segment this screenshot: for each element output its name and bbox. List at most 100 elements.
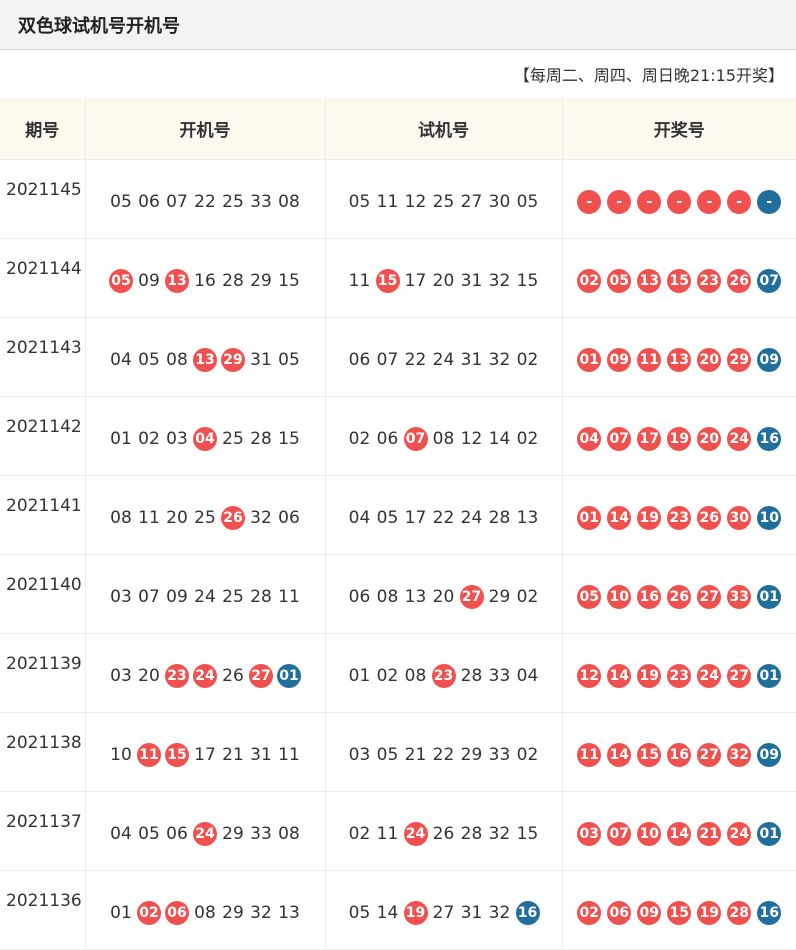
red-ball: 07 xyxy=(403,427,428,451)
number: 25 xyxy=(222,192,244,212)
table-row: 2021145 05 06 07 22 25 33 08 05 11 12 25 27 30 05- - - - -… xyxy=(0,159,796,239)
red-ball: 24 xyxy=(193,664,217,688)
red-ball: 01 xyxy=(577,506,602,530)
number: 02 xyxy=(138,429,160,449)
table-row: 2021140 03 07 09 24 25 28 11 06 08 13 20 27 29 02 05 10 1… xyxy=(0,554,796,634)
issue-number: 2021137 xyxy=(0,791,86,871)
number: 08 xyxy=(404,666,427,686)
red-ball: 17 xyxy=(637,427,662,451)
red-ball: 01 xyxy=(577,348,602,372)
number: 06 xyxy=(278,508,300,528)
open-number-cell: 01 02 03 04 25 28 15 xyxy=(85,396,326,476)
table-row: 2021142 01 02 03 04 25 28 15 02 06 07 08 12 14 02 04 07 1… xyxy=(0,396,796,476)
number: 29 xyxy=(250,271,272,291)
open-number-cell: 10 11 15 17 21 31 11 xyxy=(85,712,326,792)
blue-ball: 01 xyxy=(757,585,782,609)
number: 26 xyxy=(432,824,455,844)
issue-number: 2021141 xyxy=(0,475,86,555)
blue-ball: 16 xyxy=(757,427,782,451)
red-ball: - xyxy=(667,190,692,214)
red-ball: 07 xyxy=(607,427,632,451)
red-ball: 16 xyxy=(637,585,662,609)
number: 07 xyxy=(138,587,160,607)
draw-number-cell: 11 14 15 16 27 32 09 xyxy=(562,712,796,792)
number: 03 xyxy=(166,429,188,449)
trial-number-cell: 02 06 07 08 12 14 02 xyxy=(325,396,563,476)
issue-number: 2021142 xyxy=(0,396,86,476)
red-ball: 24 xyxy=(727,427,752,451)
number: 29 xyxy=(222,903,244,923)
open-number-cell: 01 02 06 08 29 32 13 xyxy=(85,870,326,950)
open-number-cell: 03 07 09 24 25 28 11 xyxy=(85,554,326,634)
number: 29 xyxy=(222,824,244,844)
red-ball: 05 xyxy=(607,269,632,293)
red-ball: 19 xyxy=(637,664,662,688)
blue-ball: - xyxy=(757,190,782,214)
blue-ball: 01 xyxy=(757,822,782,846)
number: 06 xyxy=(348,587,371,607)
open-number-cell: 08 11 20 25 26 32 06 xyxy=(85,475,326,555)
number: 08 xyxy=(278,824,300,844)
issue-number: 2021139 xyxy=(0,633,86,713)
draw-number-cell: 03 07 10 14 21 24 01 xyxy=(562,791,796,871)
number: 20 xyxy=(432,587,455,607)
red-ball: 02 xyxy=(577,901,602,925)
number: 05 xyxy=(376,508,399,528)
number: 03 xyxy=(110,666,132,686)
table-row: 2021138 10 11 15 17 21 31 11 03 05 21 22 29 33 02 11 14 1… xyxy=(0,712,796,792)
red-ball: 09 xyxy=(607,348,632,372)
red-ball: 10 xyxy=(637,822,662,846)
number: 01 xyxy=(348,666,371,686)
number: 15 xyxy=(516,271,539,291)
table-body: 2021145 05 06 07 22 25 33 08 05 11 12 25 27 30 05- - - - -… xyxy=(0,159,796,950)
number: 27 xyxy=(432,903,455,923)
issue-number: 2021138 xyxy=(0,712,86,792)
number: 11 xyxy=(376,824,399,844)
number: 11 xyxy=(348,271,371,291)
red-ball: 26 xyxy=(221,506,245,530)
red-ball: 15 xyxy=(667,901,692,925)
number: 14 xyxy=(376,903,399,923)
number: 12 xyxy=(404,192,427,212)
table-row: 2021143 04 05 08 13 29 31 05 06 07 22 24 31 32 02 01 09 1… xyxy=(0,317,796,397)
red-ball: 26 xyxy=(727,269,752,293)
number: 09 xyxy=(138,271,160,291)
number: 03 xyxy=(110,587,132,607)
number: 15 xyxy=(516,824,539,844)
number: 32 xyxy=(488,271,511,291)
red-ball: 24 xyxy=(697,664,722,688)
number: 32 xyxy=(488,824,511,844)
red-ball: - xyxy=(637,190,662,214)
red-ball: - xyxy=(697,190,722,214)
trial-number-cell: 05 11 12 25 27 30 05 xyxy=(325,159,563,239)
red-ball: 19 xyxy=(403,901,428,925)
red-ball: 05 xyxy=(109,269,133,293)
number: 31 xyxy=(460,271,483,291)
number: 05 xyxy=(278,350,300,370)
lottery-table: 期号 开机号 试机号 开奖号 2021145 05 06 07 22 25 33 08 05 11… xyxy=(0,98,796,950)
number: 11 xyxy=(278,587,300,607)
red-ball: 12 xyxy=(577,664,602,688)
red-ball: 14 xyxy=(607,506,632,530)
red-ball: 05 xyxy=(577,585,602,609)
number: 07 xyxy=(166,192,188,212)
number: 04 xyxy=(516,666,539,686)
red-ball: 10 xyxy=(607,585,632,609)
red-ball: 24 xyxy=(727,822,752,846)
header-issue: 期号 xyxy=(0,98,86,160)
number: 33 xyxy=(250,192,272,212)
number: 29 xyxy=(488,587,511,607)
number: 05 xyxy=(348,192,371,212)
red-ball: 06 xyxy=(165,901,189,925)
number: 15 xyxy=(278,429,300,449)
number: 02 xyxy=(516,350,539,370)
number: 22 xyxy=(432,508,455,528)
red-ball: 06 xyxy=(607,901,632,925)
table-row: 2021144 05 09 13 16 28 29 15 11 15 17 20 31 32 15 02 05 1… xyxy=(0,238,796,318)
red-ball: 02 xyxy=(137,901,161,925)
table-row: 2021141 08 11 20 25 26 32 06 04 05 17 22 24 28 13 01 14 1… xyxy=(0,475,796,555)
number: 06 xyxy=(166,824,188,844)
number: 22 xyxy=(404,350,427,370)
number: 17 xyxy=(404,271,427,291)
red-ball: 07 xyxy=(607,822,632,846)
